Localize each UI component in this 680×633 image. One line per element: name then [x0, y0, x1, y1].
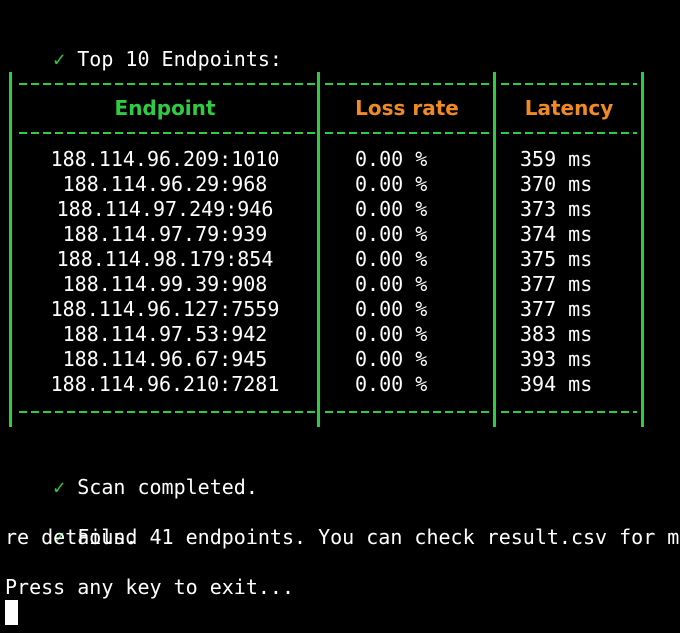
- endpoint-cell: 188.114.97.53:942: [62, 322, 268, 346]
- endpoint-cell: 188.114.98.179:854: [56, 247, 274, 271]
- latency-cell: 359 ms: [520, 147, 593, 171]
- checkmark-icon: ✓: [53, 475, 66, 499]
- endpoint-cell: 188.114.96.209:1010: [50, 147, 280, 171]
- loss-rate-cell: 0.00 %: [355, 272, 428, 296]
- table-rule-header: [19, 132, 315, 134]
- latency-cell: 370 ms: [520, 172, 593, 196]
- table-border-right: [641, 72, 644, 427]
- loss-rate-cell: 0.00 %: [355, 372, 428, 396]
- column-header-loss-rate: Loss rate: [355, 96, 459, 120]
- found-endpoints-text: Found 41 endpoints. You can check result…: [77, 525, 680, 549]
- table-rule-top: [19, 83, 315, 85]
- title-text: Top 10 Endpoints:: [77, 47, 282, 71]
- loss-rate-cell: 0.00 %: [355, 322, 428, 346]
- scan-completed-line: ✓ Scan completed.: [5, 450, 258, 499]
- table-rule-top: [501, 83, 637, 85]
- latency-cell: 373 ms: [520, 197, 593, 221]
- column-header-endpoint: Endpoint: [114, 96, 216, 120]
- endpoint-cell: 188.114.97.79:939: [62, 222, 268, 246]
- latency-cell: 393 ms: [520, 347, 593, 371]
- latency-cell: 383 ms: [520, 322, 593, 346]
- table-rule-top: [325, 83, 489, 85]
- checkmark-icon: ✓: [53, 47, 66, 71]
- endpoint-cell: 188.114.96.29:968: [62, 172, 268, 196]
- title-line: ✓ Top 10 Endpoints:: [5, 22, 282, 71]
- table-border-left: [9, 72, 12, 427]
- table-rule-bottom: [325, 411, 489, 413]
- latency-cell: 377 ms: [520, 297, 593, 321]
- loss-rate-cell: 0.00 %: [355, 197, 428, 221]
- table-rule-bottom: [19, 411, 315, 413]
- latency-cell: 374 ms: [520, 222, 593, 246]
- table-rule-header: [325, 132, 489, 134]
- found-endpoints-line: ✓ Found 41 endpoints. You can check resu…: [5, 500, 680, 549]
- table-rule-bottom: [501, 411, 637, 413]
- endpoints-table: Endpoint Loss rate Latency 188.114.96.20…: [5, 72, 645, 427]
- terminal-window[interactable]: ✓ Top 10 Endpoints: Endpoint Loss rate L…: [5, 0, 680, 633]
- loss-rate-cell: 0.00 %: [355, 222, 428, 246]
- scan-completed-text: Scan completed.: [77, 475, 258, 499]
- loss-rate-cell: 0.00 %: [355, 147, 428, 171]
- loss-rate-cell: 0.00 %: [355, 347, 428, 371]
- latency-cell: 375 ms: [520, 247, 593, 271]
- column-header-latency: Latency: [524, 96, 614, 120]
- endpoint-cell: 188.114.96.127:7559: [50, 297, 280, 321]
- exit-prompt: Press any key to exit...: [5, 575, 294, 599]
- loss-rate-cell: 0.00 %: [355, 172, 428, 196]
- latency-cell: 377 ms: [520, 272, 593, 296]
- endpoint-cell: 188.114.96.67:945: [62, 347, 268, 371]
- endpoint-cell: 188.114.97.249:946: [56, 197, 274, 221]
- text-cursor[interactable]: [5, 600, 18, 625]
- found-endpoints-continuation: re details.: [5, 525, 138, 549]
- endpoint-cell: 188.114.99.39:908: [62, 272, 268, 296]
- endpoint-cell: 188.114.96.210:7281: [50, 372, 280, 396]
- latency-cell: 394 ms: [520, 372, 593, 396]
- table-rule-header: [501, 132, 637, 134]
- loss-rate-cell: 0.00 %: [355, 297, 428, 321]
- table-border-col1: [317, 72, 320, 427]
- loss-rate-cell: 0.00 %: [355, 247, 428, 271]
